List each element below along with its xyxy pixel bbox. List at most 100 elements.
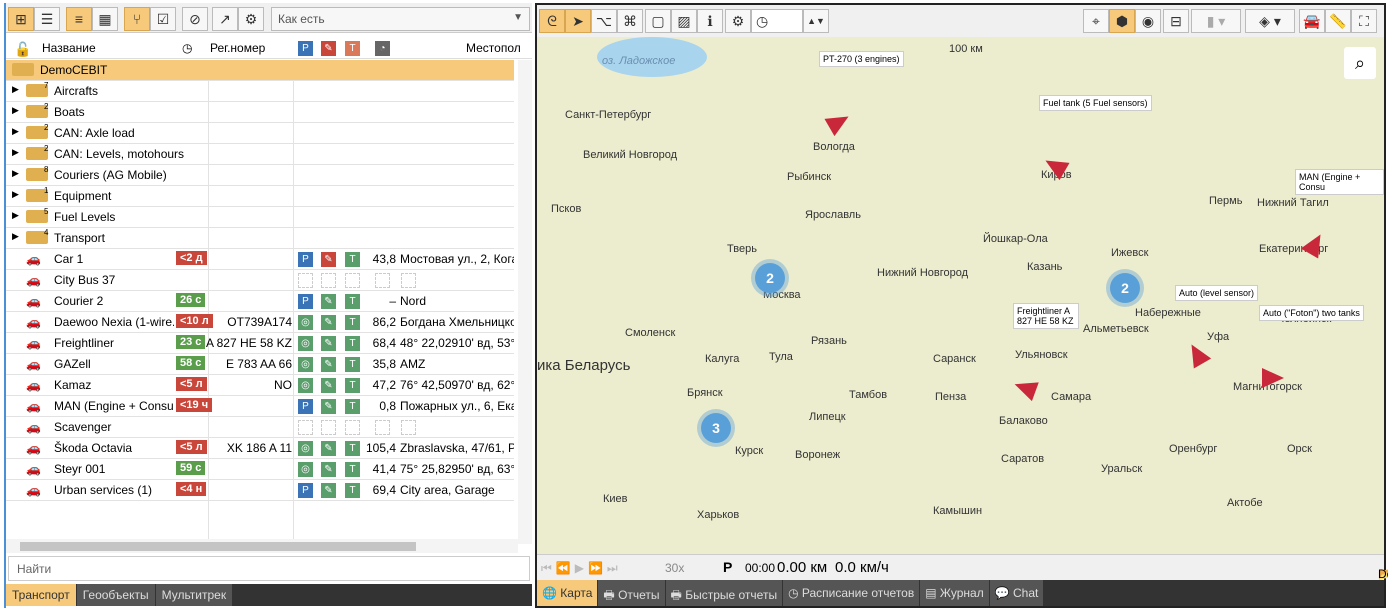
group-row[interactable]: ▶ 8 Couriers (AG Mobile) (6, 165, 514, 186)
gsm-icon[interactable]: T (345, 41, 360, 56)
info-icon[interactable]: ℹ (697, 9, 723, 33)
cluster-marker[interactable]: 2 (1110, 273, 1140, 303)
tab-report-schedule[interactable]: ◷ Расписание отчетов (783, 580, 920, 606)
signpost-icon[interactable]: ⊟ (1163, 9, 1189, 33)
cluster-marker[interactable]: 2 (755, 263, 785, 293)
expand-icon[interactable]: ▶ (12, 84, 19, 95)
tab-chat[interactable]: 💬 Chat (989, 580, 1044, 606)
group-row[interactable]: ▶ 1 Equipment (6, 186, 514, 207)
vertical-scrollbar[interactable] (518, 60, 532, 544)
unit-arrow[interactable] (824, 107, 854, 137)
external-link-icon[interactable]: ↗ (212, 7, 238, 31)
geofence-icon[interactable]: ▢ (645, 9, 671, 33)
group-row[interactable]: ▶ 5 Fuel Levels (6, 207, 514, 228)
ignition-icon[interactable]: ✎ (321, 41, 336, 56)
group-count: 2 (44, 123, 49, 132)
checkbox-icon[interactable]: ☑ (150, 7, 176, 31)
tag-icon[interactable]: ⌘ (617, 9, 643, 33)
unit-row[interactable]: 🚗 Kamaz <5 л NO ◎ ✎ T 47,2 76° 42,50970' вд, 62°… (6, 375, 514, 396)
search-input[interactable]: Найти (8, 556, 530, 581)
unit-label[interactable]: Auto (level sensor) (1175, 285, 1259, 301)
tab-quick-reports[interactable]: 🖶 Быстрые отчеты (665, 580, 783, 606)
unit-row[interactable]: 🚗 Steyr 001 59 с ◎ ✎ T 41,4 75° 25,82950' вд, 6… (6, 459, 514, 480)
time-stepper[interactable]: ▲▼ (803, 9, 829, 33)
group-row[interactable]: ▶ 2 CAN: Axle load (6, 123, 514, 144)
expand-icon[interactable]: ▶ (12, 231, 19, 242)
group-row[interactable]: ▶ 4 Transport (6, 228, 514, 249)
unit-row[interactable]: 🚗 Urban services (1) <4 н P ✎ T 69,4 City area,… (6, 480, 514, 501)
unit-row[interactable]: 🚗 City Bus 37 (6, 270, 514, 291)
clock-icon[interactable]: ◷ (182, 41, 192, 55)
tab-transport[interactable]: Транспорт (6, 584, 76, 606)
city-label: Воронеж (795, 449, 841, 461)
unit-row[interactable]: 🚗 MAN (Engine + Consu... <19 ч P ✎ T 0,8 Пожарн… (6, 396, 514, 417)
expand-icon[interactable]: ▶ (12, 126, 19, 137)
sort-select[interactable]: Как есть ▼ (271, 7, 530, 31)
unit-arrow[interactable] (1182, 339, 1212, 369)
fullscreen-icon[interactable]: ⛶ (1351, 9, 1377, 33)
image-icon[interactable]: ▨ (671, 9, 697, 33)
gear-icon[interactable]: ⚙ (238, 7, 264, 31)
expand-icon[interactable]: ▶ (12, 105, 19, 116)
column-location[interactable]: Местопол (466, 41, 521, 55)
unit-row[interactable]: 🚗 Daewoo Nexia (1-wire... <10 л OT739A174 ◎ ✎… (6, 312, 514, 333)
speed-multiplier[interactable]: 30x (665, 561, 684, 575)
branch-icon[interactable]: ⑂ (124, 7, 150, 31)
unit-arrow[interactable] (1262, 368, 1284, 388)
map-canvas[interactable]: Набережные ика Беларусь Камышин Харьков Киев… (537, 37, 1384, 554)
p-button[interactable]: P (723, 559, 732, 575)
navigate-icon[interactable]: ➤ (565, 9, 591, 33)
group-row[interactable]: ▶ 7 Aircrafts (6, 81, 514, 102)
tab-log[interactable]: ▤ Журнал (920, 580, 989, 606)
time-input[interactable]: ◷ (751, 9, 803, 33)
expand-icon[interactable]: ▶ (12, 210, 19, 221)
marker-icon[interactable]: ◉ (1135, 9, 1161, 33)
tab-reports[interactable]: 🖶 Отчеты (598, 580, 665, 606)
locate-icon[interactable]: ⌖ (1083, 9, 1109, 33)
tree-view-icon[interactable]: ⊞ (8, 7, 34, 31)
ruler-icon[interactable]: 📏 (1325, 9, 1351, 33)
track-icon[interactable]: ᘓ (539, 9, 565, 33)
unit-row[interactable]: 🚗 GAZell 58 с E 783 AA 66 ◎ ✎ T 35,8 AMZ (6, 354, 514, 375)
tab-map[interactable]: 🌐 Карта (537, 580, 598, 606)
unit-row[interactable]: 🚗 Car 1 <2 д P ✎ T 43,8 Мостовая ул., 2, Когал (6, 249, 514, 270)
tab-multitrack[interactable]: Мультитрек (155, 584, 233, 606)
unit-row[interactable]: 🚗 Freightliner 23 сA 827 HE 58 KZ ◎ ✎ T 68,4 48… (6, 333, 514, 354)
route-icon[interactable]: ⌥ (591, 9, 617, 33)
unit-label[interactable]: Freightliner A 827 HE 58 KZ (1013, 303, 1079, 329)
expand-icon[interactable]: ▶ (12, 189, 19, 200)
search-icon[interactable]: ⌕ (1344, 47, 1376, 79)
expand-icon[interactable]: ▶ (12, 147, 19, 158)
unit-label[interactable]: MAN (Engine + Consu (1295, 169, 1384, 195)
table-icon[interactable]: ▦ (92, 7, 118, 31)
cluster-marker[interactable]: 3 (701, 413, 731, 443)
unit-row[interactable]: 🚗 Courier 2 26 с P ✎ T – Nord (6, 291, 514, 312)
root-group[interactable]: DemoCEBIT (6, 60, 514, 81)
group-row[interactable]: ▶ 2 CAN: Levels, motohours (6, 144, 514, 165)
unit-row[interactable]: 🚗 Scavenger (6, 417, 514, 438)
unit-label[interactable]: Auto ("Foton") two tanks (1259, 305, 1364, 321)
layers-dropdown[interactable]: ◈ ▾ (1245, 9, 1295, 33)
unit-icon[interactable]: ⬢ (1109, 9, 1135, 33)
car-icon[interactable]: 🚘 (1299, 9, 1325, 33)
unit-arrow[interactable] (1011, 374, 1039, 402)
group-row[interactable]: ▶ 2 Boats (6, 102, 514, 123)
unit-label[interactable]: Fuel tank (5 Fuel sensors) (1039, 95, 1152, 111)
speedometer-icon[interactable]: ◔ (375, 41, 390, 56)
column-name[interactable]: Название (42, 41, 96, 55)
unit-row[interactable]: 🚗 Škoda Octavia <5 л XK 186 A 11 ◎ ✎ T 105,4 Zbr… (6, 438, 514, 459)
parking-icon[interactable]: P (298, 41, 313, 56)
rows-icon[interactable]: ≡ (66, 7, 92, 31)
hide-icon[interactable]: ⊘ (182, 7, 208, 31)
gear-icon[interactable]: ⚙ (725, 9, 751, 33)
city-label: Оренбург (1169, 443, 1218, 455)
expand-icon[interactable]: ▶ (12, 168, 19, 179)
traffic-dropdown[interactable]: ▮ ▾ (1191, 9, 1241, 33)
lock-icon[interactable]: 🔓 (14, 41, 31, 58)
horizontal-scrollbar[interactable] (6, 539, 518, 553)
playback-controls[interactable]: ⏮⏪▶⏩⏭ (541, 561, 622, 576)
list-view-icon[interactable]: ☰ (34, 7, 60, 31)
column-reg[interactable]: Рег.номер (210, 41, 265, 55)
tab-geofences[interactable]: Геообъекты (76, 584, 155, 606)
unit-label[interactable]: PT-270 (3 engines) (819, 51, 904, 67)
